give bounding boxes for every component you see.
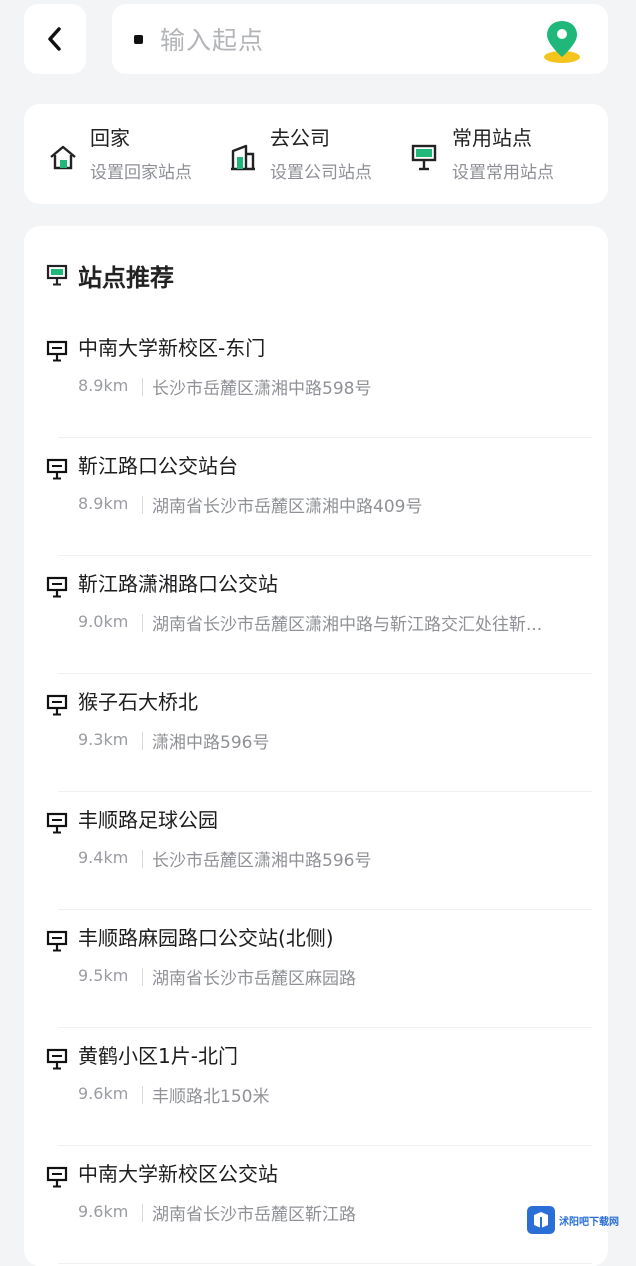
station-distance: 9.0km [78, 612, 129, 631]
station-row[interactable]: 中南大学新校区公交站 9.6km 湖南省长沙市岳麓区靳江路 [24, 1156, 608, 1266]
divider [142, 1086, 143, 1104]
search-placeholder: 输入起点 [160, 26, 265, 55]
bus-stop-icon [46, 812, 68, 834]
station-address: 丰顺路北150米 [152, 1087, 270, 1107]
station-row[interactable]: 靳江路潇湘路口公交站 9.0km 湖南省长沙市岳麓区潇湘中路与靳江路交汇处往靳... [24, 566, 608, 684]
station-name: 靳江路潇湘路口公交站 [78, 572, 278, 596]
row-divider [58, 673, 592, 674]
watermark-text: 沭阳吧下载网 [559, 1216, 619, 1228]
station-name: 丰顺路足球公园 [78, 808, 218, 832]
station-row[interactable]: 靳江路口公交站台 8.9km 湖南省长沙市岳麓区潇湘中路409号 [24, 448, 608, 566]
divider [142, 1204, 143, 1222]
bus-stop-icon [46, 458, 68, 480]
bus-stop-icon [46, 930, 68, 952]
divider [142, 614, 143, 632]
divider [142, 496, 143, 514]
station-row[interactable]: 丰顺路足球公园 9.4km 长沙市岳麓区潇湘中路596号 [24, 802, 608, 920]
bus-stop-icon [411, 144, 437, 171]
quick-home-title: 回家 [90, 126, 130, 150]
quick-company[interactable]: 去公司 设置公司站点 [228, 122, 398, 188]
row-divider [58, 437, 592, 438]
station-distance: 9.3km [78, 730, 129, 749]
row-divider [58, 555, 592, 556]
station-name: 中南大学新校区-东门 [78, 336, 266, 360]
back-button[interactable] [24, 4, 86, 74]
station-address: 长沙市岳麓区潇湘中路596号 [152, 851, 372, 871]
map-pin-icon[interactable] [540, 17, 584, 65]
bus-stop-icon [46, 694, 68, 716]
row-divider [58, 1263, 592, 1264]
divider [142, 378, 143, 396]
station-distance: 9.6km [78, 1202, 129, 1221]
quick-frequent-stops[interactable]: 常用站点 设置常用站点 [410, 122, 590, 188]
divider [142, 968, 143, 986]
row-divider [58, 1145, 592, 1146]
quick-home-subtitle: 设置回家站点 [90, 163, 192, 183]
station-address: 湖南省长沙市岳麓区靳江路 [152, 1205, 356, 1225]
start-dot-icon [134, 35, 143, 44]
bus-stop-icon [46, 264, 68, 286]
station-name: 丰顺路麻园路口公交站(北侧) [78, 926, 334, 950]
station-address: 湖南省长沙市岳麓区麻园路 [152, 969, 356, 989]
row-divider [58, 1027, 592, 1028]
station-address: 湖南省长沙市岳麓区潇湘中路409号 [152, 497, 423, 517]
home-icon [50, 145, 76, 170]
bus-stop-icon [46, 1048, 68, 1070]
row-divider [58, 909, 592, 910]
station-row[interactable]: 猴子石大桥北 9.3km 潇湘中路596号 [24, 684, 608, 802]
station-distance: 8.9km [78, 376, 129, 395]
office-icon [231, 144, 255, 171]
station-row[interactable]: 丰顺路麻园路口公交站(北侧) 9.5km 湖南省长沙市岳麓区麻园路 [24, 920, 608, 1038]
station-name: 靳江路口公交站台 [78, 454, 238, 478]
quick-frequent-subtitle: 设置常用站点 [452, 163, 554, 183]
watermark-logo [527, 1206, 555, 1234]
chevron-left-icon [48, 27, 61, 51]
station-row[interactable]: 中南大学新校区-东门 8.9km 长沙市岳麓区潇湘中路598号 [24, 330, 608, 448]
bus-stop-icon [46, 340, 68, 362]
top-bar: 输入起点 [0, 0, 636, 84]
bus-stop-icon [46, 576, 68, 598]
station-address: 长沙市岳麓区潇湘中路598号 [152, 379, 372, 399]
watermark: 沭阳吧下载网 [526, 1204, 630, 1236]
station-name: 黄鹤小区1片-北门 [78, 1044, 238, 1068]
station-name: 中南大学新校区公交站 [78, 1162, 278, 1186]
station-distance: 9.4km [78, 848, 129, 867]
station-address: 湖南省长沙市岳麓区潇湘中路与靳江路交汇处往靳... [152, 615, 543, 635]
bus-stop-icon [46, 1166, 68, 1188]
station-recommend-panel: 站点推荐 中南大学新校区-东门 8.9km 长沙市岳麓区潇湘中路598号靳江路口公交… [24, 226, 608, 1266]
station-distance: 9.5km [78, 966, 129, 985]
station-row[interactable]: 黄鹤小区1片-北门 9.6km 丰顺路北150米 [24, 1038, 608, 1156]
quick-home[interactable]: 回家 设置回家站点 [48, 122, 218, 188]
section-title: 站点推荐 [78, 264, 174, 292]
quick-company-subtitle: 设置公司站点 [270, 163, 372, 183]
station-name: 猴子石大桥北 [78, 690, 198, 714]
divider [142, 732, 143, 750]
row-divider [58, 791, 592, 792]
station-distance: 8.9km [78, 494, 129, 513]
quick-company-title: 去公司 [270, 126, 330, 150]
quick-frequent-title: 常用站点 [452, 126, 532, 150]
start-point-input[interactable]: 输入起点 [112, 4, 608, 74]
station-address: 潇湘中路596号 [152, 733, 270, 753]
station-distance: 9.6km [78, 1084, 129, 1103]
quick-settings-card: 回家 设置回家站点 去公司 设置公司站点 常用站点 设置常用站点 [24, 104, 608, 204]
divider [142, 850, 143, 868]
